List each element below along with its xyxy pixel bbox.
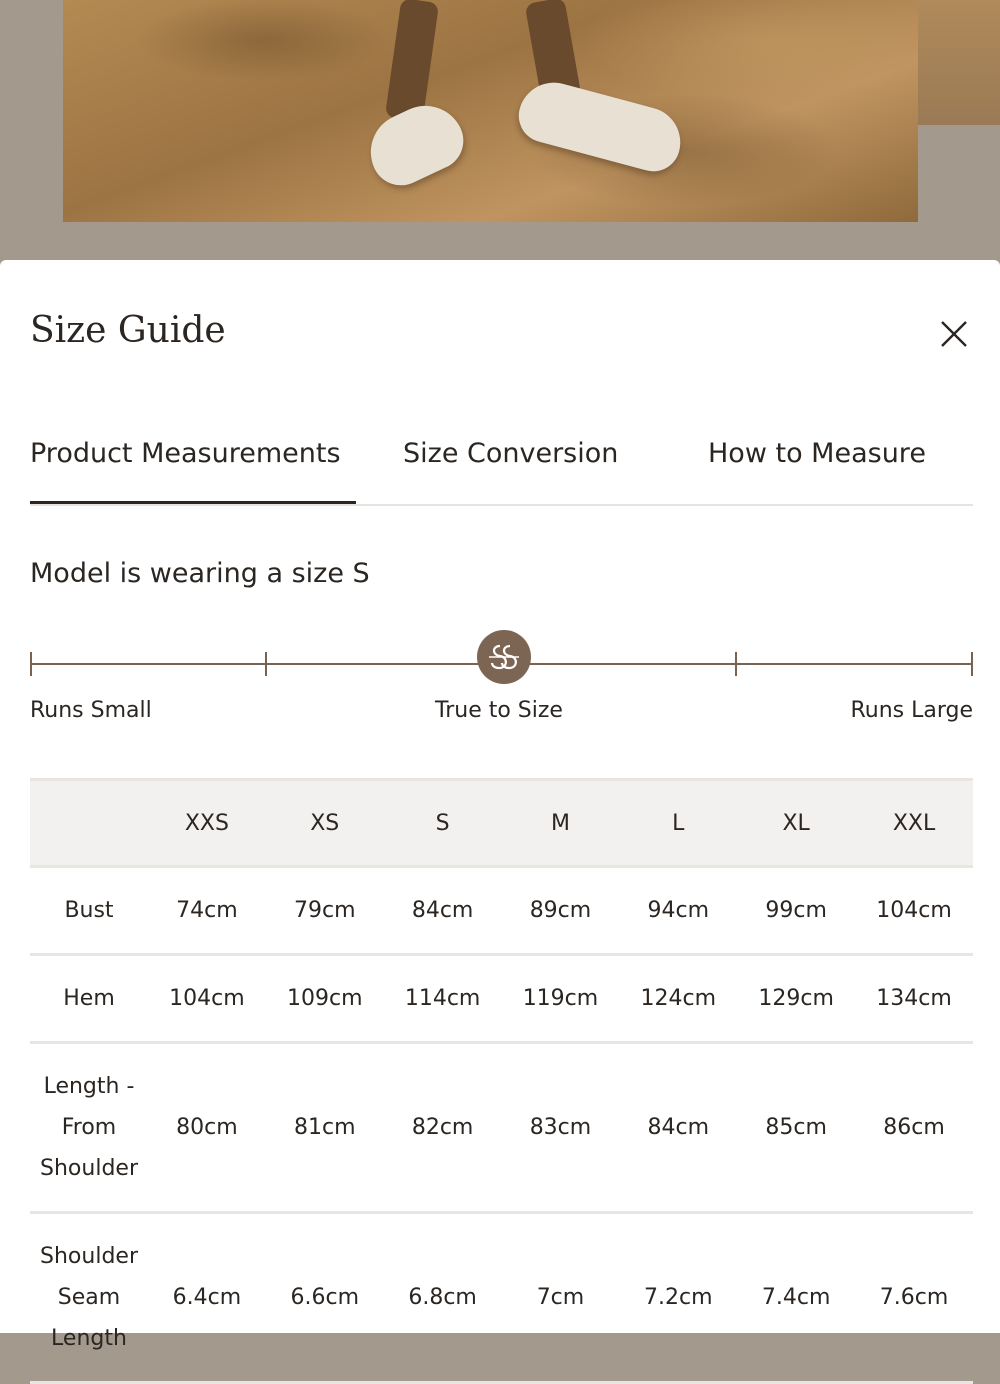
row-label: Bust — [30, 866, 148, 956]
table-cell: 7cm — [501, 1212, 620, 1384]
table-cell: 83cm — [501, 1042, 620, 1214]
table-cell: 119cm — [501, 954, 620, 1044]
size-header: M — [501, 779, 620, 868]
table-header-row: XXS XS S M L XL XXL — [30, 779, 973, 868]
table-cell: 84cm — [383, 866, 502, 956]
table-cell: 6.4cm — [148, 1212, 266, 1384]
table-cell: 84cm — [619, 1042, 738, 1214]
table-row: Shoulder Seam Length 6.4cm 6.6cm 6.8cm 7… — [30, 1212, 973, 1384]
table-cell: 89cm — [501, 866, 620, 956]
product-photo-area — [0, 0, 1000, 260]
table-cell: 94cm — [619, 866, 738, 956]
close-icon — [941, 321, 967, 347]
table-row: Bust 74cm 79cm 84cm 89cm 94cm 99cm 104cm — [30, 866, 973, 956]
size-header: L — [619, 779, 738, 868]
close-button[interactable] — [936, 316, 972, 352]
tab-size-conversion[interactable]: Size Conversion — [403, 438, 618, 504]
table-cell: 109cm — [265, 954, 384, 1044]
photo-edge — [918, 0, 1000, 125]
active-tab-indicator — [30, 501, 356, 504]
brand-logo-icon — [489, 644, 519, 670]
product-photo — [63, 0, 918, 222]
table-cell: 81cm — [265, 1042, 384, 1214]
table-row: Hem 104cm 109cm 114cm 119cm 124cm 129cm … — [30, 954, 973, 1044]
tab-bar: Product Measurements Size Conversion How… — [30, 438, 973, 506]
row-label: Length - From Shoulder — [30, 1042, 148, 1214]
table-header-cell — [30, 779, 148, 868]
size-header: XXL — [855, 779, 973, 868]
tab-product-measurements[interactable]: Product Measurements — [30, 438, 341, 504]
table-cell: 104cm — [855, 866, 973, 956]
model-leg-left — [384, 0, 440, 123]
table-cell: 82cm — [383, 1042, 502, 1214]
fit-label-true-to-size: True to Size — [435, 698, 563, 723]
fit-tick — [971, 652, 973, 676]
fit-label-runs-small: Runs Small — [30, 698, 152, 723]
fit-tick — [265, 652, 267, 676]
table-cell: 85cm — [737, 1042, 856, 1214]
table-cell: 124cm — [619, 954, 738, 1044]
table-cell: 80cm — [148, 1042, 266, 1214]
size-header: S — [383, 779, 502, 868]
tab-how-to-measure[interactable]: How to Measure — [708, 438, 926, 504]
table-cell: 7.6cm — [855, 1212, 973, 1384]
table-cell: 99cm — [737, 866, 856, 956]
page-title: Size Guide — [30, 310, 226, 351]
size-guide-sheet: Size Guide Product Measurements Size Con… — [0, 260, 1000, 1384]
fit-label-runs-large: Runs Large — [850, 698, 973, 723]
size-header: XL — [737, 779, 856, 868]
fit-tick — [735, 652, 737, 676]
size-header: XS — [265, 779, 384, 868]
fit-marker — [477, 630, 531, 684]
table-cell: 114cm — [383, 954, 502, 1044]
table-row: Length - From Shoulder 80cm 81cm 82cm 83… — [30, 1042, 973, 1214]
row-label: Hem — [30, 954, 148, 1044]
table-cell: 79cm — [265, 866, 384, 956]
fit-tick — [30, 652, 32, 676]
model-size-note: Model is wearing a size S — [30, 558, 370, 589]
shoe-left — [358, 93, 473, 195]
table-cell: 7.4cm — [737, 1212, 856, 1384]
size-header: XXS — [148, 779, 266, 868]
size-table: XXS XS S M L XL XXL Bust 74cm 79cm 84cm … — [30, 778, 973, 1384]
table-cell: 129cm — [737, 954, 856, 1044]
shoe-right — [512, 74, 689, 178]
table-cell: 104cm — [148, 954, 266, 1044]
table-cell: 86cm — [855, 1042, 973, 1214]
table-cell: 6.6cm — [265, 1212, 384, 1384]
row-label: Shoulder Seam Length — [30, 1212, 148, 1384]
table-cell: 74cm — [148, 866, 266, 956]
table-cell: 6.8cm — [383, 1212, 502, 1384]
table-cell: 134cm — [855, 954, 973, 1044]
table-cell: 7.2cm — [619, 1212, 738, 1384]
fit-scale: Runs Small True to Size Runs Large — [30, 630, 973, 730]
